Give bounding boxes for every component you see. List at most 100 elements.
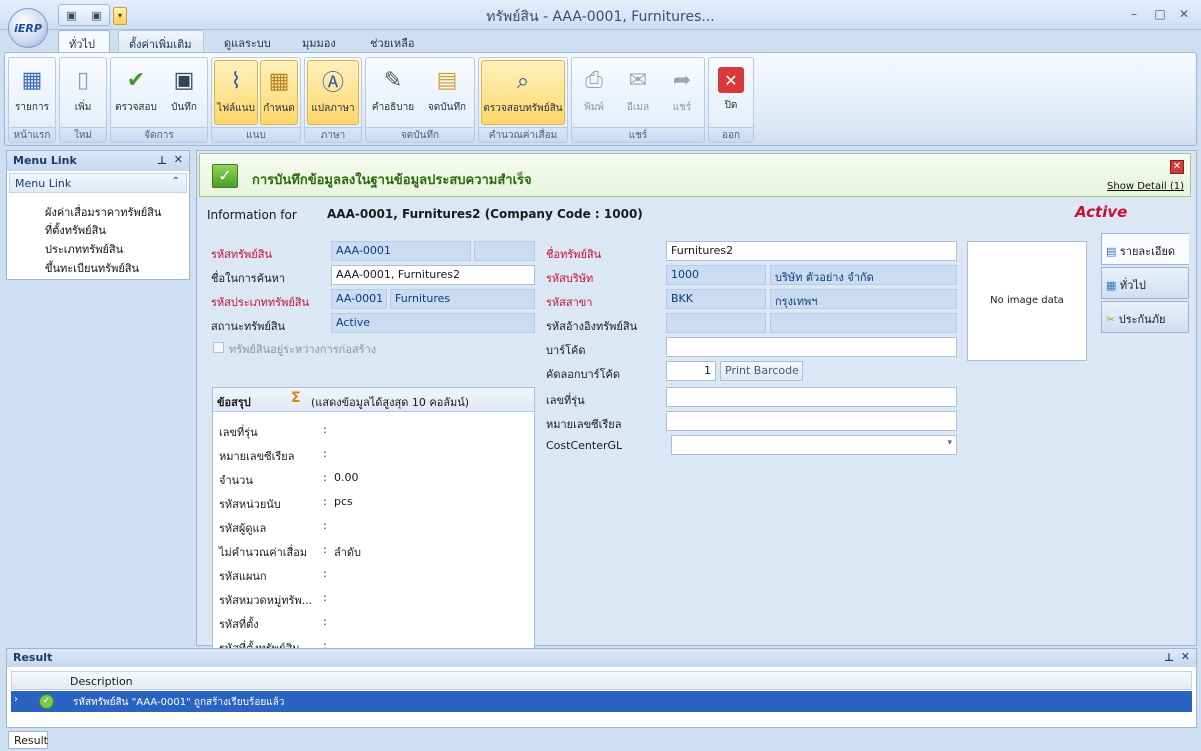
show-detail-link[interactable]: Show Detail (1): [1107, 181, 1184, 192]
list-button[interactable]: ▦ รายการ: [11, 60, 53, 125]
barcode-field[interactable]: [666, 337, 957, 357]
group-depreciation-label: คำนวณค่าเสื่อม: [479, 127, 567, 142]
close-window-button[interactable]: ✕: [1174, 6, 1194, 22]
asset-type-name-field[interactable]: Furnitures: [390, 289, 535, 309]
attach-file-label: ไฟล์แนบ: [217, 103, 255, 114]
branch-code-field[interactable]: BKK: [666, 289, 766, 309]
email-button[interactable]: ✉ อีเมล: [618, 60, 658, 125]
menu-link-panel: Menu Link ⊥ ✕ Menu Link ⌃ ผังค่าเสื่อมรา…: [6, 150, 190, 280]
minimize-button[interactable]: –: [1124, 6, 1144, 22]
close-button[interactable]: ✕ ปิด: [711, 60, 751, 125]
tab-general[interactable]: ทั่วไป: [58, 30, 110, 53]
menu-link-section[interactable]: Menu Link ⌃: [9, 173, 187, 193]
asset-image[interactable]: No image data: [967, 241, 1087, 361]
summary-row-label: รหัสแผนก: [219, 570, 267, 583]
translate-icon: Ⓐ: [321, 71, 344, 96]
asset-status-field[interactable]: Active: [331, 313, 535, 333]
branch-name-field[interactable]: กรุงเทพฯ: [770, 289, 957, 309]
model-no-field[interactable]: [666, 387, 957, 407]
define-button[interactable]: ▦ กำหนด: [260, 60, 298, 125]
summary-colon: :: [323, 495, 327, 508]
description-column-header[interactable]: Description: [70, 675, 133, 688]
ref-asset-code-field[interactable]: [666, 313, 766, 333]
summary-colon: :: [323, 543, 327, 556]
group-manage-label: จัดการ: [111, 127, 207, 142]
search-name-label: ชื่อในการค้นหา: [211, 272, 286, 285]
translate-button[interactable]: Ⓐ แปลภาษา: [307, 60, 359, 125]
company-code-field[interactable]: 1000: [666, 265, 766, 285]
check-asset-label: ตรวจสอบทรัพย์สิน: [483, 103, 563, 114]
collapse-icon[interactable]: ⌃: [172, 176, 180, 187]
copy-barcode-label: คัดลอกบาร์โค้ด: [546, 368, 620, 381]
summary-colon: :: [323, 519, 327, 532]
success-message: การบันทึกข้อมูลลงในฐานข้อมูลประสบความสำเ…: [252, 173, 532, 188]
memo-button[interactable]: ▤ จดบันทึก: [422, 60, 472, 125]
description-button[interactable]: ✎ คำอธิบาย: [368, 60, 418, 125]
company-name-field[interactable]: บริษัท ตัวอย่าง จำกัด: [770, 265, 957, 285]
serial-no-field[interactable]: [666, 411, 957, 431]
print-button[interactable]: ⎙ พิมพ์: [574, 60, 614, 125]
menu-item-asset-location[interactable]: ที่ตั้งทรัพย์สิน: [45, 221, 106, 239]
asset-code-suffix-field[interactable]: [474, 241, 535, 261]
result-panel: Result ⊥ ✕ Description › ✓ รหัสทรัพย์สิน…: [6, 648, 1197, 728]
group-new-label: ใหม่: [60, 127, 106, 142]
under-construction-checkbox[interactable]: [213, 342, 224, 353]
check-asset-button[interactable]: ⌕ ตรวจสอบทรัพย์สิน: [481, 60, 565, 125]
side-tab-general[interactable]: ▦ ทั่วไป: [1101, 267, 1189, 299]
serial-no-label: หมายเลขซีเรียล: [546, 418, 622, 431]
branch-code-label: รหัสสาขา: [546, 296, 593, 309]
check-label: ตรวจสอบ: [115, 102, 157, 113]
banner-close-icon[interactable]: ✕: [1170, 160, 1184, 174]
paperclip-icon: ⌇: [230, 68, 242, 94]
summary-row-label: รหัสหมวดหมู่ทรัพ...: [219, 594, 313, 607]
search-name-field[interactable]: AAA-0001, Furnitures2: [331, 265, 535, 285]
ref-asset-name-field[interactable]: [770, 313, 957, 333]
copy-barcode-spinner[interactable]: 1: [666, 361, 716, 381]
group-attach: ⌇ ไฟล์แนบ ▦ กำหนด แนบ: [211, 57, 301, 143]
tab-admin[interactable]: ดูแลระบบ: [214, 30, 281, 53]
under-construction-label: ทรัพย์สินอยู่ระหว่างการก่อสร้าง: [229, 343, 377, 356]
result-tab[interactable]: Result: [8, 731, 48, 749]
share-arrow-icon: ➦: [672, 67, 692, 93]
tab-help[interactable]: ช่วยเหลือ: [360, 30, 424, 53]
sigma-icon[interactable]: Σ: [291, 390, 301, 406]
costcenter-select[interactable]: ▾: [671, 435, 957, 455]
add-button[interactable]: ▯ เพิ่ม: [62, 60, 104, 125]
pin-icon[interactable]: ⊥: [1164, 651, 1174, 664]
result-row[interactable]: › ✓ รหัสทรัพย์สิน "AAA-0001" ถูกสร้างเรี…: [11, 691, 1192, 712]
menu-item-depreciation-chart[interactable]: ผังค่าเสื่อมราคาทรัพย์สิน: [45, 203, 161, 221]
tab-view[interactable]: มุมมอง: [292, 30, 346, 53]
tab-settings[interactable]: ตั้งค่าเพิ่มเติม: [118, 30, 204, 53]
close-label: ปิด: [724, 100, 738, 111]
print-barcode-button[interactable]: Print Barcode: [720, 361, 803, 381]
success-check-icon: ✓: [39, 694, 54, 709]
menu-item-asset-register[interactable]: ขึ้นทะเบียนทรัพย์สิน: [45, 259, 139, 277]
maximize-button[interactable]: □: [1150, 6, 1170, 22]
summary-row-label: จำนวน: [219, 474, 253, 487]
grid-list-icon: ▦: [21, 67, 43, 93]
close-red-icon: ✕: [718, 67, 744, 93]
save-button[interactable]: ▣ บันทึก: [163, 60, 205, 125]
pin-icon[interactable]: ⊥: [157, 154, 167, 167]
asset-code-field[interactable]: AAA-0001: [331, 241, 471, 261]
side-tab-insurance[interactable]: ✂ ประกันภัย: [1101, 301, 1189, 333]
share-button[interactable]: ➦ แชร์: [662, 60, 702, 125]
main-content: ✓ การบันทึกข้อมูลลงในฐานข้อมูลประสบความส…: [196, 150, 1197, 649]
description-icon: ✎: [383, 67, 403, 93]
side-tab-insurance-label: ประกันภัย: [1118, 313, 1166, 326]
chevron-down-icon: ▾: [947, 438, 952, 448]
asset-name-field[interactable]: Furnitures2: [666, 241, 957, 261]
checklist-icon: ✔: [126, 67, 146, 93]
attach-file-button[interactable]: ⌇ ไฟล์แนบ: [214, 60, 258, 125]
close-panel-icon[interactable]: ✕: [1181, 650, 1190, 663]
side-tab-details[interactable]: ▤ รายละเอียด: [1101, 233, 1189, 265]
email-label: อีเมล: [626, 102, 650, 113]
close-panel-icon[interactable]: ✕: [174, 153, 183, 166]
app-logo[interactable]: iERP: [8, 8, 48, 48]
asset-type-code-field[interactable]: AA-0001: [331, 289, 387, 309]
group-exit: ✕ ปิด ออก: [708, 57, 754, 143]
menu-item-asset-type[interactable]: ประเภททรัพย์สิน: [45, 240, 123, 258]
group-depreciation: ⌕ ตรวจสอบทรัพย์สิน คำนวณค่าเสื่อม: [478, 57, 568, 143]
check-button[interactable]: ✔ ตรวจสอบ: [113, 60, 159, 125]
group-language-label: ภาษา: [305, 127, 361, 142]
